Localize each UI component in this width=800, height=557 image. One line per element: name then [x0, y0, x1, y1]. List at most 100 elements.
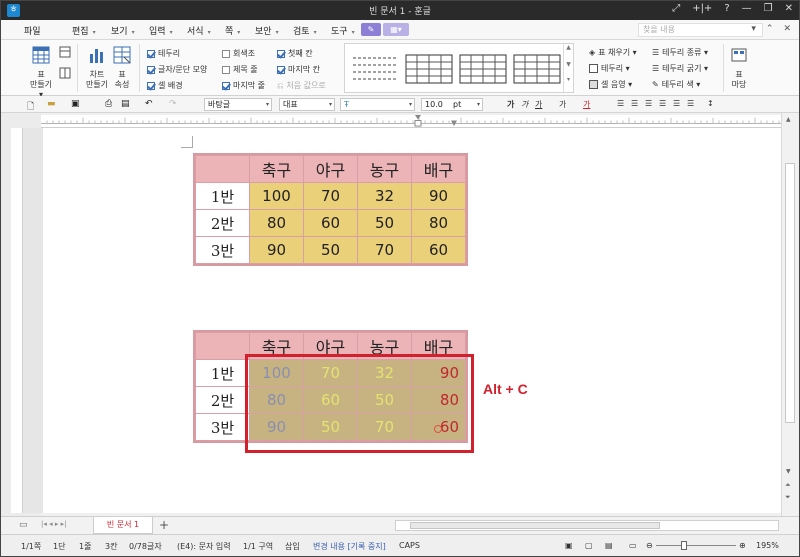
menu-insert[interactable]: 입력 ▾: [149, 24, 173, 37]
data-cell[interactable]: 60: [411, 236, 466, 264]
data-cell[interactable]: 70: [357, 236, 412, 264]
data-cell[interactable]: 80: [249, 209, 304, 237]
gallery-down-icon[interactable]: ▼: [564, 61, 573, 68]
data-cell[interactable]: 50: [303, 236, 358, 264]
data-cell[interactable]: 90: [411, 182, 466, 210]
data-cell[interactable]: 100: [249, 182, 304, 210]
cell-shade-button[interactable]: 셀 음영 ▾: [589, 79, 632, 90]
data-cell[interactable]: 90: [249, 236, 304, 264]
checkbox-grayscale[interactable]: [222, 49, 230, 58]
checkbox-cell-bg[interactable]: [147, 81, 155, 90]
row-header-cell[interactable]: 1반: [195, 182, 250, 210]
menu-review[interactable]: 검토 ▾: [293, 24, 317, 37]
menu-view[interactable]: 보기 ▾: [111, 24, 135, 37]
fullscreen-icon[interactable]: ⤢: [672, 3, 680, 14]
zoom-out-icon[interactable]: ⊖: [646, 541, 653, 550]
checkbox-first-col[interactable]: [277, 49, 285, 58]
italic-icon[interactable]: 가: [521, 99, 528, 110]
status-mode[interactable]: 삽입: [285, 541, 300, 552]
font-combo[interactable]: Ŧ ▾: [340, 98, 415, 111]
table-corner-cell[interactable]: [195, 332, 250, 360]
row-header-cell[interactable]: 3반: [195, 236, 250, 264]
vertical-ruler[interactable]: [11, 128, 23, 513]
row-header-cell[interactable]: 1반: [195, 359, 250, 387]
font-color-icon[interactable]: 가: [583, 99, 590, 110]
checkbox-char-para[interactable]: [147, 65, 155, 74]
tab-document-1[interactable]: 빈 문서 1: [93, 517, 153, 534]
table-convert-icon[interactable]: [59, 67, 71, 79]
redo-icon[interactable]: ↷: [169, 99, 180, 109]
scroll-down-icon[interactable]: ▼: [786, 468, 791, 475]
menu-file[interactable]: 파일: [24, 24, 41, 37]
table-1[interactable]: 축구 야구 농구 배구 1반 100 70 32 90 2반 80 60 50 …: [193, 153, 468, 266]
line-spacing-icon[interactable]: ↕: [707, 99, 714, 108]
menu-format[interactable]: 서식 ▾: [187, 24, 211, 37]
tab-nav-icons[interactable]: |◂ ◂ ▸ ▸|: [41, 520, 66, 528]
check-border[interactable]: 테두리: [147, 48, 180, 59]
prev-page-icon[interactable]: ⏶: [785, 481, 791, 490]
table-style-item-3[interactable]: [459, 54, 507, 84]
gallery-more-icon[interactable]: ▾: [564, 76, 573, 83]
horizontal-ruler[interactable]: [41, 115, 781, 128]
preview-icon[interactable]: ▤: [121, 99, 132, 109]
zoom-slider-knob[interactable]: [681, 541, 687, 550]
border-weight-button[interactable]: ☰ 테두리 굵기 ▾: [652, 63, 708, 74]
view-web-icon[interactable]: ▢: [585, 541, 593, 550]
new-doc-icon[interactable]: 🗋: [27, 99, 38, 112]
strike-icon[interactable]: 가: [559, 99, 566, 110]
data-cell[interactable]: 80: [411, 209, 466, 237]
zoom-in-icon[interactable]: ⊕: [739, 541, 746, 550]
bold-icon[interactable]: 가: [507, 99, 514, 110]
header-cell[interactable]: 야구: [303, 155, 358, 183]
row-header-cell[interactable]: 2반: [195, 209, 250, 237]
vertical-scroll-thumb[interactable]: [785, 163, 795, 423]
status-page[interactable]: 1/1쪽: [21, 541, 41, 552]
table-edit-icon[interactable]: [59, 46, 71, 58]
add-tab-button[interactable]: +: [159, 518, 169, 532]
scroll-up-icon[interactable]: ▲: [786, 116, 791, 123]
border-button[interactable]: 테두리 ▾: [589, 63, 630, 74]
table-layout-tab-icon[interactable]: ▦▾: [383, 23, 409, 36]
checkbox-border[interactable]: [147, 49, 155, 58]
checkbox-last-row[interactable]: [222, 81, 230, 90]
search-input[interactable]: 찾을 내용: [638, 23, 763, 37]
check-grayscale[interactable]: 회색조: [222, 48, 255, 59]
zoom-fit-icon[interactable]: ▭: [629, 541, 637, 550]
close-doc-icon[interactable]: ✕: [783, 24, 791, 34]
print-icon[interactable]: ⎙: [105, 99, 116, 109]
menu-security[interactable]: 보안 ▾: [255, 24, 279, 37]
data-cell[interactable]: 70: [303, 182, 358, 210]
zoom-slider-track[interactable]: [656, 545, 736, 546]
check-last-row[interactable]: 마지막 줄: [222, 80, 265, 91]
menu-page[interactable]: 쪽 ▾: [225, 24, 240, 37]
status-track-changes[interactable]: 변경 내용 [기록 중지]: [313, 541, 386, 552]
table-fill-button[interactable]: ◈ 표 채우기 ▾: [589, 47, 637, 58]
zoom-level[interactable]: 195%: [756, 541, 779, 550]
table-design-tab-icon[interactable]: ✎: [361, 23, 381, 36]
reset-default-button[interactable]: ⎌ 처음 값으로: [277, 80, 326, 91]
header-cell[interactable]: 농구: [357, 155, 412, 183]
undo-icon[interactable]: ↶: [145, 99, 156, 109]
font-lang-combo[interactable]: 대표 ▾: [279, 98, 335, 111]
align-dist-icon[interactable]: ☰: [673, 99, 680, 108]
table-style-item-1[interactable]: [351, 54, 399, 84]
checkbox-last-col[interactable]: [277, 65, 285, 74]
table-style-gallery[interactable]: ▲ ▼ ▾: [344, 43, 574, 93]
horizontal-scroll-thumb[interactable]: [410, 522, 660, 529]
gallery-up-icon[interactable]: ▲: [564, 44, 573, 51]
checkbox-title-row[interactable]: [222, 65, 230, 74]
view-full-icon[interactable]: ▤: [605, 541, 613, 550]
search-dropdown-icon[interactable]: ▾: [751, 24, 756, 34]
align-right-icon[interactable]: ☰: [645, 99, 652, 108]
menu-edit[interactable]: 편집 ▾: [72, 24, 96, 37]
open-folder-icon[interactable]: ▬: [47, 99, 58, 109]
align-split-icon[interactable]: ☰: [687, 99, 694, 108]
border-type-button[interactable]: ☰ 테두리 종류 ▾: [652, 47, 708, 58]
vertical-scrollbar[interactable]: ▲ ▼ ⏶ ⏷: [781, 113, 798, 518]
header-cell[interactable]: 배구: [411, 155, 466, 183]
chart-create-button[interactable]: 차트 만들기: [84, 46, 110, 90]
table-style-item-2[interactable]: [405, 54, 453, 84]
check-cell-bg[interactable]: 셀 배경: [147, 80, 183, 91]
comment-icon[interactable]: ▭: [19, 520, 28, 530]
view-normal-icon[interactable]: ▣: [565, 541, 573, 550]
